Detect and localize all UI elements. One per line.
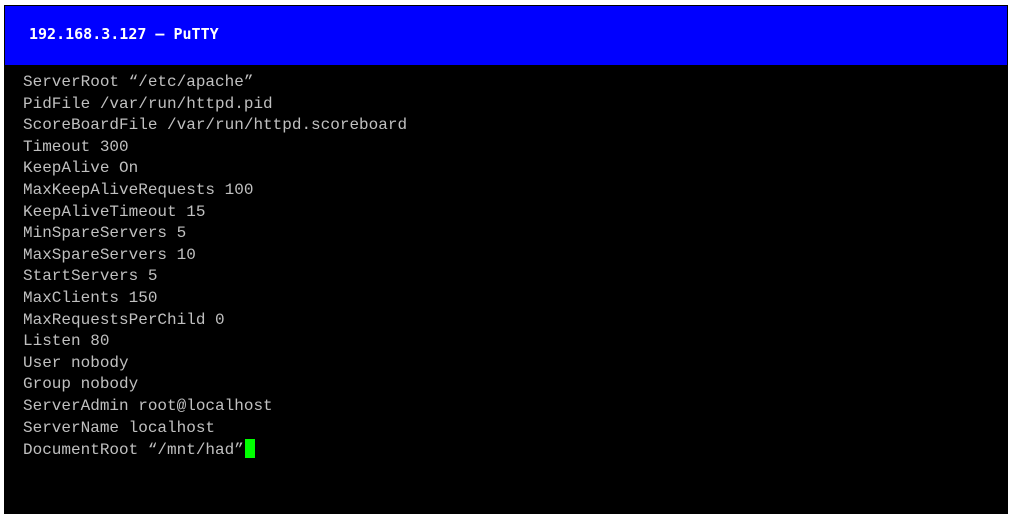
terminal-line: ScoreBoardFile /var/run/httpd.scoreboard bbox=[23, 115, 407, 137]
terminal-line: Listen 80 bbox=[23, 331, 407, 353]
terminal-line-text: ScoreBoardFile /var/run/httpd.scoreboard bbox=[23, 116, 408, 135]
terminal-line-text: Listen 80 bbox=[23, 332, 110, 351]
terminal-line: Group nobody bbox=[23, 374, 407, 396]
putty-window: 192.168.3.127 – PuTTY ServerRoot “/etc/a… bbox=[4, 5, 1008, 514]
terminal-line: MaxClients 150 bbox=[23, 288, 407, 310]
terminal-line: User nobody bbox=[23, 353, 407, 375]
terminal-line: DocumentRoot “/mnt/had” bbox=[23, 439, 407, 461]
terminal-line-text: MaxClients 150 bbox=[23, 288, 158, 307]
terminal-line-text: MaxSpareServers 10 bbox=[23, 245, 196, 264]
window-title: 192.168.3.127 – PuTTY bbox=[29, 25, 219, 43]
terminal-line: Timeout 300 bbox=[23, 137, 407, 159]
terminal-line-text: MaxRequestsPerChild 0 bbox=[23, 310, 225, 329]
terminal-line-text: MinSpareServers 5 bbox=[23, 224, 187, 243]
terminal-line-text: KeepAlive On bbox=[23, 159, 139, 178]
terminal-line: MaxSpareServers 10 bbox=[23, 245, 407, 267]
terminal-line-text: ServerName localhost bbox=[23, 418, 216, 437]
terminal-line: ServerAdmin root@localhost bbox=[23, 396, 407, 418]
terminal-line-text: Group nobody bbox=[23, 375, 139, 394]
terminal-line-text: ServerRoot “/etc/apache” bbox=[23, 73, 254, 91]
terminal-line-text: ServerAdmin root@localhost bbox=[23, 396, 273, 415]
text-cursor bbox=[244, 439, 255, 459]
terminal-output: ServerRoot “/etc/apache” PidFile /var/run… bbox=[23, 72, 407, 461]
terminal-line-text: Timeout 300 bbox=[23, 137, 129, 156]
title-bar[interactable]: 192.168.3.127 – PuTTY bbox=[5, 6, 1007, 65]
terminal-line-text: MaxKeepAliveRequests 100 bbox=[23, 180, 254, 199]
terminal-line: ServerRoot “/etc/apache” bbox=[23, 72, 407, 94]
terminal-line: KeepAlive On bbox=[23, 158, 407, 180]
terminal-line: StartServers 5 bbox=[23, 266, 407, 288]
terminal-line: MinSpareServers 5 bbox=[23, 223, 407, 245]
terminal-line: ServerName localhost bbox=[23, 418, 407, 440]
terminal-line-text: StartServers 5 bbox=[23, 267, 158, 286]
terminal-line: MaxKeepAliveRequests 100 bbox=[23, 180, 407, 202]
terminal-line-text: User nobody bbox=[23, 353, 129, 372]
terminal-line: PidFile /var/run/httpd.pid bbox=[23, 94, 407, 116]
terminal-line: MaxRequestsPerChild 0 bbox=[23, 310, 407, 332]
terminal-line-text: PidFile /var/run/httpd.pid bbox=[23, 94, 273, 113]
terminal-line: KeepAliveTimeout 15 bbox=[23, 202, 407, 224]
terminal-screen[interactable]: ServerRoot “/etc/apache” PidFile /var/run… bbox=[5, 65, 1007, 513]
terminal-line-text: DocumentRoot “/mnt/had” bbox=[23, 441, 244, 460]
terminal-line-text: KeepAliveTimeout 15 bbox=[23, 202, 206, 221]
